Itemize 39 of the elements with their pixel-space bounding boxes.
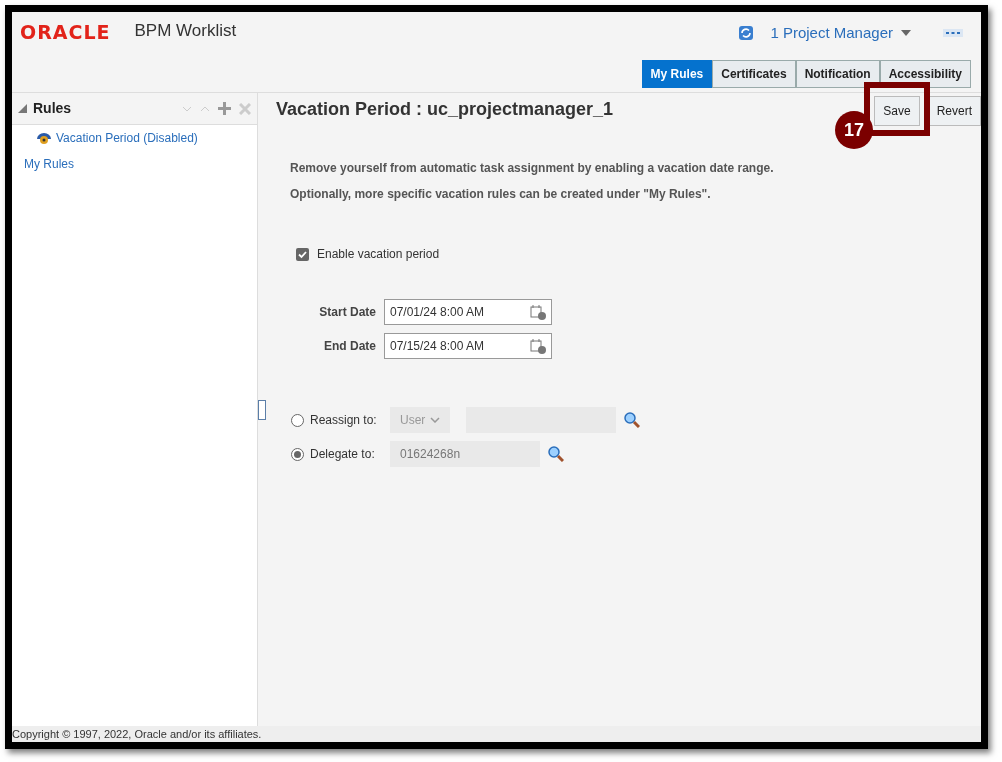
search-icon[interactable]: [548, 446, 564, 462]
field-label: Start Date: [318, 304, 376, 321]
sidebar-link[interactable]: Vacation Period (Disabled): [56, 129, 198, 147]
radio-label: Reassign to:: [310, 412, 378, 429]
oracle-logo: ORACLE: [20, 20, 111, 45]
tab[interactable]: My Rules: [641, 60, 713, 88]
more-icon[interactable]: [943, 29, 963, 38]
sidebar-title: Rules: [33, 99, 72, 118]
instruction-text: Optionally, more specific vacation rules can be created under "My Rules".: [290, 186, 712, 203]
vacation-icon[interactable]: [36, 131, 52, 145]
tab[interactable]: Certificates: [712, 60, 796, 88]
radio-button[interactable]: [291, 447, 304, 461]
checkbox-label: Enable vacation period: [317, 246, 440, 263]
checkbox[interactable]: [296, 247, 309, 261]
action-button[interactable]: Revert: [927, 96, 981, 126]
field-label: End Date: [323, 338, 376, 355]
date-field[interactable]: 07/15/24 8:00 AM: [384, 333, 552, 359]
radio-label: Delegate to:: [310, 446, 376, 463]
user-menu[interactable]: 1 Project Manager: [770, 22, 893, 45]
collapse-handle[interactable]: [258, 400, 266, 420]
calendar-icon[interactable]: [530, 338, 546, 354]
date-field[interactable]: 07/01/24 8:00 AM: [384, 299, 552, 325]
radio-button[interactable]: [291, 413, 304, 427]
instruction-text: Remove yourself from automatic task assignment by enabling a vacation date range.: [290, 160, 775, 177]
chevron-down-icon[interactable]: [430, 417, 440, 423]
text-field[interactable]: 01624268n: [390, 441, 540, 467]
sidebar-link[interactable]: My Rules: [24, 155, 74, 173]
expand-triangle-icon[interactable]: [18, 104, 27, 113]
refresh-icon[interactable]: [738, 25, 755, 42]
app-title: BPM Worklist: [134, 20, 237, 42]
tab[interactable]: Notification: [795, 60, 880, 88]
copyright-text: Copyright © 1997, 2022, Oracle and/or its affiliates.: [12, 728, 262, 740]
step-number-badge: 17: [835, 111, 873, 149]
calendar-icon[interactable]: [530, 304, 546, 320]
action-button[interactable]: Save: [874, 96, 920, 126]
search-icon[interactable]: [624, 412, 640, 428]
caret-icon[interactable]: [901, 29, 911, 38]
add-icon[interactable]: [218, 102, 231, 115]
page-title: Vacation Period : uc_projectmanager_1: [276, 97, 614, 121]
